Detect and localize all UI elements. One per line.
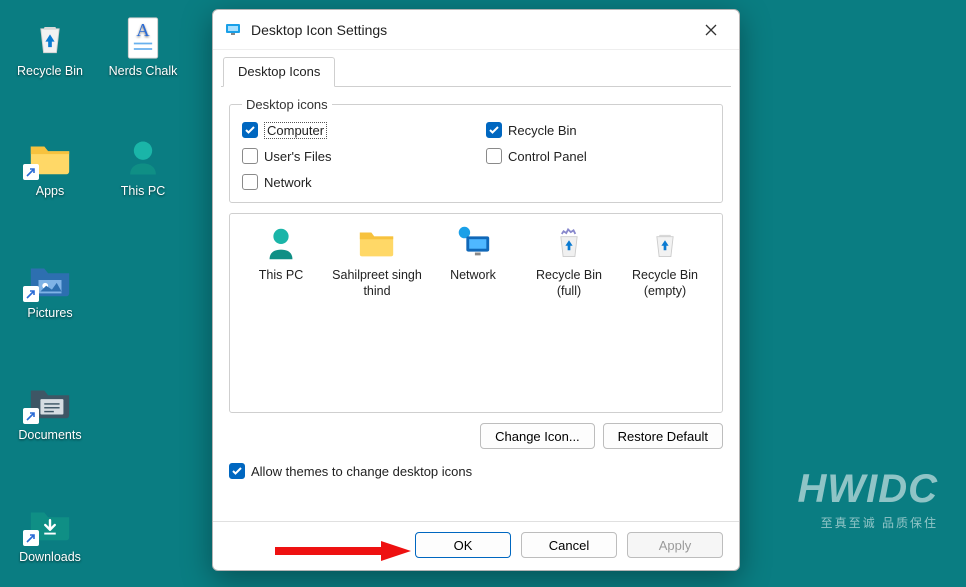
icon-item-user-folder[interactable]: Sahilpreet singh thind <box>332 222 422 299</box>
checkbox-computer[interactable]: Computer <box>242 122 466 138</box>
desktop-icon-label: Recycle Bin <box>5 64 95 78</box>
checkbox-label: Recycle Bin <box>508 123 577 138</box>
dialog-icon <box>225 21 243 39</box>
desktop-icon-label: Downloads <box>5 550 95 564</box>
document-icon: A <box>119 14 167 62</box>
desktop-icon-label: Documents <box>5 428 95 442</box>
icon-item-network[interactable]: Network <box>428 222 518 284</box>
shortcut-arrow-icon <box>23 408 39 424</box>
desktop-icon-downloads[interactable]: Downloads <box>5 500 95 564</box>
desktop-icon-label: This PC <box>98 184 188 198</box>
icon-caption: Recycle Bin (full) <box>524 268 614 299</box>
icon-caption: Recycle Bin (empty) <box>620 268 710 299</box>
checkbox-users-files[interactable]: User's Files <box>242 148 466 164</box>
desktop-icon-apps[interactable]: Apps <box>5 134 95 198</box>
icon-item-recycle-full[interactable]: Recycle Bin (full) <box>524 222 614 299</box>
checkbox-box[interactable] <box>486 148 502 164</box>
desktop-icon-nerds-chalk[interactable]: A Nerds Chalk <box>98 14 188 78</box>
desktop-icon-label: Pictures <box>5 306 95 320</box>
watermark: HWIDC 至真至诚 品质保住 <box>797 467 938 531</box>
desktop-icon-label: Apps <box>5 184 95 198</box>
network-icon <box>452 222 494 264</box>
icon-caption: Sahilpreet singh thind <box>332 268 422 299</box>
apply-button[interactable]: Apply <box>627 532 723 558</box>
desktop-icons-group: Desktop icons Computer Recycle Bin User'… <box>229 97 723 203</box>
close-icon <box>705 24 717 36</box>
icon-item-this-pc[interactable]: This PC <box>236 222 326 284</box>
checkbox-box[interactable] <box>242 122 258 138</box>
recycle-bin-empty-icon <box>644 222 686 264</box>
checkbox-label: User's Files <box>264 149 332 164</box>
checkbox-network[interactable]: Network <box>242 174 466 190</box>
shortcut-arrow-icon <box>23 164 39 180</box>
this-pc-icon <box>260 222 302 264</box>
watermark-brand: HWIDC <box>797 467 938 512</box>
shortcut-arrow-icon <box>23 286 39 302</box>
icon-caption: Network <box>428 268 518 284</box>
titlebar: Desktop Icon Settings <box>213 10 739 50</box>
icon-caption: This PC <box>236 268 326 284</box>
close-button[interactable] <box>691 16 731 44</box>
checkbox-label: Network <box>264 175 312 190</box>
desktop-icon-label: Nerds Chalk <box>98 64 188 78</box>
this-pc-icon <box>119 134 167 182</box>
desktop-icon-settings-dialog: Desktop Icon Settings Desktop Icons Desk… <box>212 9 740 571</box>
group-legend: Desktop icons <box>242 97 332 112</box>
tab-row: Desktop Icons <box>213 50 739 86</box>
watermark-tagline: 至真至诚 品质保住 <box>797 514 938 531</box>
change-icon-button[interactable]: Change Icon... <box>480 423 595 449</box>
checkbox-box[interactable] <box>486 122 502 138</box>
folder-icon <box>356 222 398 264</box>
checkbox-box[interactable] <box>229 463 245 479</box>
shortcut-arrow-icon <box>23 530 39 546</box>
annotation-arrow-icon <box>273 539 413 563</box>
checkbox-recycle-bin[interactable]: Recycle Bin <box>486 122 710 138</box>
allow-themes-label: Allow themes to change desktop icons <box>251 464 472 479</box>
checkbox-control-panel[interactable]: Control Panel <box>486 148 710 164</box>
restore-default-button[interactable]: Restore Default <box>603 423 723 449</box>
icon-item-recycle-empty[interactable]: Recycle Bin (empty) <box>620 222 710 299</box>
allow-themes-row[interactable]: Allow themes to change desktop icons <box>229 463 723 479</box>
checkbox-box[interactable] <box>242 174 258 190</box>
desktop-icon-documents[interactable]: Documents <box>5 378 95 442</box>
dialog-title: Desktop Icon Settings <box>251 22 691 38</box>
checkbox-label: Control Panel <box>508 149 587 164</box>
checkbox-label: Computer <box>264 122 327 139</box>
svg-text:A: A <box>136 20 150 40</box>
tab-desktop-icons[interactable]: Desktop Icons <box>223 57 335 87</box>
cancel-button[interactable]: Cancel <box>521 532 617 558</box>
desktop-icon-pictures[interactable]: Pictures <box>5 256 95 320</box>
ok-button[interactable]: OK <box>415 532 511 558</box>
desktop-icon-this-pc[interactable]: This PC <box>98 134 188 198</box>
desktop-icon-recycle-bin[interactable]: Recycle Bin <box>5 14 95 78</box>
recycle-bin-icon <box>26 14 74 62</box>
recycle-bin-full-icon <box>548 222 590 264</box>
icon-preview-list[interactable]: This PC Sahilpreet singh thind Network R… <box>229 213 723 413</box>
checkbox-box[interactable] <box>242 148 258 164</box>
